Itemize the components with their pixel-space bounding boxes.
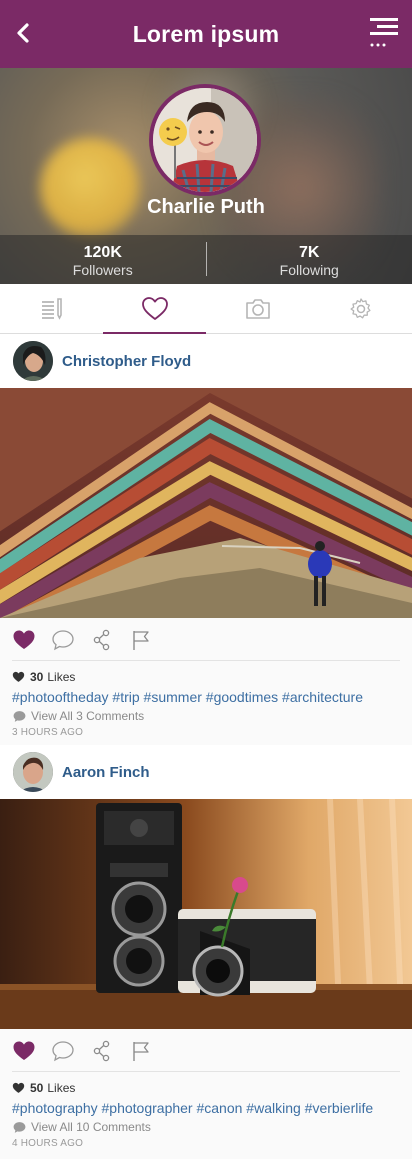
camera-icon [245,298,270,319]
followers-count: 120K [83,244,122,261]
author-name[interactable]: Christopher Floyd [62,353,191,370]
comment-icon [52,630,74,651]
flag-icon [133,1042,149,1061]
likes-label: Likes [47,670,76,684]
report-button[interactable] [129,1039,153,1063]
likes-row: 30 Likes [12,669,400,685]
rainbow-mountain-image [0,388,412,618]
post-card: Aaron Finch 50 Likes #photography #photo… [0,745,412,1159]
following-stat[interactable]: 7K Following [207,235,412,284]
comment-small-icon [13,710,26,722]
vintage-cameras-image [0,799,412,1029]
comment-icon [52,1041,74,1062]
following-count: 7K [299,244,320,261]
post-photo[interactable] [0,388,412,618]
menu-icon [370,18,398,47]
following-label: Following [279,262,339,278]
post-actions [0,1031,412,1071]
share-button[interactable] [90,628,114,652]
heart-filled-icon [13,1041,35,1060]
profile-avatar[interactable] [149,84,261,196]
comment-button[interactable] [51,628,75,652]
post-meta: 50 Likes #photography #photographer #can… [0,1072,412,1149]
like-button[interactable] [12,1039,36,1063]
author-avatar[interactable] [13,341,53,381]
author-avatar[interactable] [13,752,53,792]
heart-small-icon [12,671,25,682]
heart-icon [141,296,168,320]
heart-filled-icon [13,630,35,649]
tab-favorites[interactable] [103,284,206,334]
post-card: Christopher Floyd 30 Likes #photooftheda… [0,334,412,745]
view-comments-link[interactable]: View All 10 Comments [12,1119,400,1135]
post-actions [0,620,412,660]
post-header: Aaron Finch [0,745,412,799]
tab-photos[interactable] [206,284,309,333]
chevron-left-icon [17,23,29,43]
profile-tabs [0,284,412,334]
back-button[interactable] [8,18,38,48]
post-tags[interactable]: #photooftheday #trip #summer #goodtimes … [12,688,400,706]
profile-photo [153,88,257,192]
tab-settings[interactable] [309,284,412,333]
post-tags[interactable]: #photography #photographer #canon #walki… [12,1099,400,1117]
menu-button[interactable] [368,16,400,50]
post-header: Christopher Floyd [0,334,412,388]
profile-stats: 120K Followers 7K Following [0,235,412,284]
author-photo [13,341,53,381]
followers-stat[interactable]: 120K Followers [0,235,206,284]
like-button[interactable] [12,628,36,652]
likes-count: 30 [30,670,44,684]
post-meta: 30 Likes #photooftheday #trip #summer #g… [0,661,412,738]
profile-name: Charlie Puth [147,196,265,218]
profile-header: Charlie Puth 120K Followers 7K Following [0,68,412,284]
top-app-bar: Lorem ipsum [0,0,412,68]
likes-count: 50 [30,1081,44,1095]
view-comments-link[interactable]: View All 3 Comments [12,708,400,724]
comment-small-icon [13,1121,26,1133]
author-photo [13,752,53,792]
background-emoji-blur [40,138,140,238]
flag-icon [133,631,149,650]
post-timestamp: 4 HOURS AGO [12,1138,84,1149]
gear-icon [349,297,371,318]
post-timestamp: 3 HOURS AGO [12,727,84,738]
page-title: Lorem ipsum [132,20,280,47]
heart-small-icon [12,1082,25,1093]
share-button[interactable] [90,1039,114,1063]
likes-label: Likes [47,1081,76,1095]
comments-label: View All 3 Comments [31,709,145,723]
comments-label: View All 10 Comments [31,1120,151,1134]
comment-button[interactable] [51,1039,75,1063]
tab-posts[interactable] [0,284,103,333]
author-name[interactable]: Aaron Finch [62,764,150,781]
likes-row: 50 Likes [12,1080,400,1096]
followers-label: Followers [72,262,133,278]
share-icon [93,1040,110,1062]
report-button[interactable] [129,628,153,652]
share-icon [93,629,110,651]
list-edit-icon [41,297,62,320]
post-photo[interactable] [0,799,412,1029]
